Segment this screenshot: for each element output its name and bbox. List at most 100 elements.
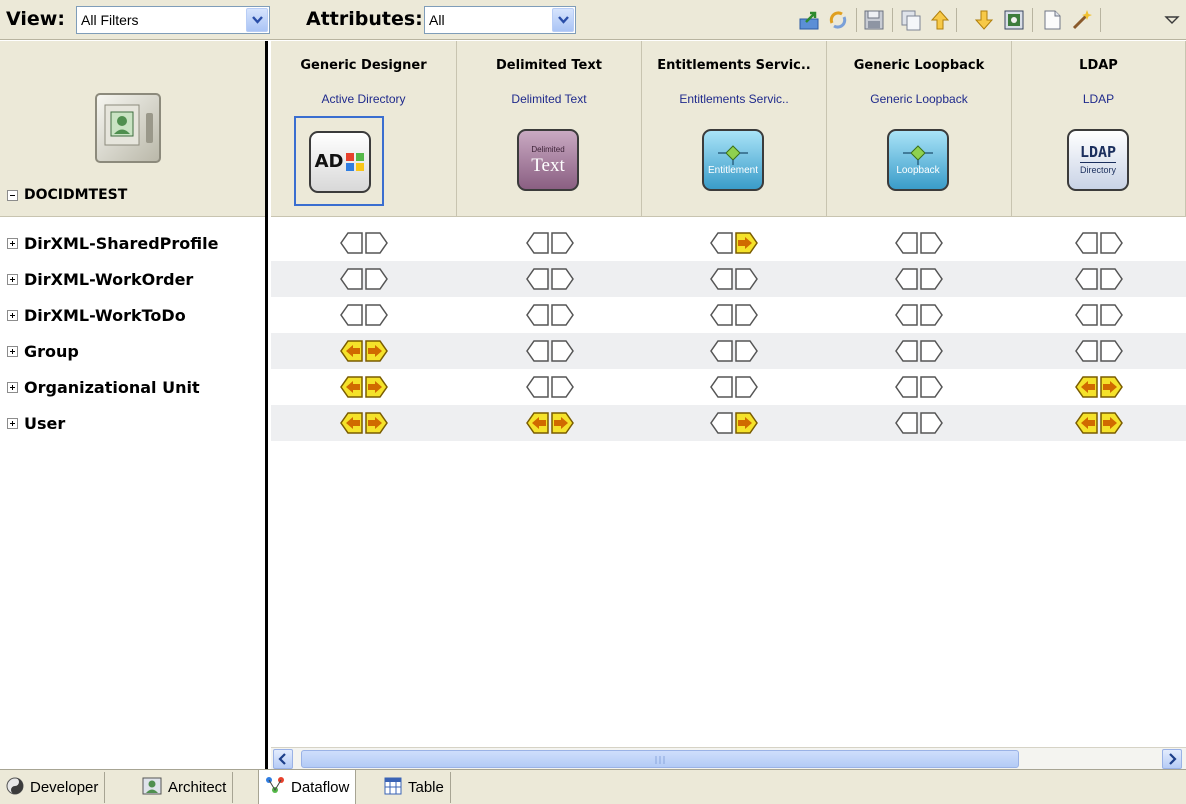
no-flow-icon[interactable] — [710, 376, 758, 398]
vault-icon[interactable] — [93, 91, 163, 165]
tree-item-dirxml-worktodo[interactable]: DirXML-WorkToDo — [7, 297, 186, 333]
toolbar-separator — [1100, 8, 1101, 32]
table-row — [271, 261, 1186, 297]
toolbar-separator — [956, 8, 957, 32]
save-icon[interactable] — [862, 8, 886, 32]
bidirectional-flow-icon[interactable] — [340, 412, 388, 434]
no-flow-icon[interactable] — [1075, 304, 1123, 326]
expand-icon[interactable] — [7, 237, 18, 249]
active-directory-icon[interactable]: AD — [294, 116, 384, 206]
bidirectional-flow-icon[interactable] — [340, 340, 388, 362]
column-header-generic-designer[interactable]: Generic Designer Active Directory AD — [271, 41, 457, 217]
no-flow-icon[interactable] — [710, 304, 758, 326]
view-filter-value: All Filters — [81, 12, 139, 28]
no-flow-icon[interactable] — [340, 232, 388, 254]
subscriber-flow-icon[interactable] — [710, 412, 758, 434]
collapse-icon[interactable] — [7, 189, 18, 201]
toolbar-separator — [892, 8, 893, 32]
no-flow-icon[interactable] — [526, 304, 574, 326]
view-label: View: — [6, 8, 65, 30]
entitlement-icon[interactable]: Entitlement — [689, 116, 779, 206]
no-flow-icon[interactable] — [895, 376, 943, 398]
icon-caption: LDAP — [1079, 143, 1117, 163]
no-flow-icon[interactable] — [526, 268, 574, 290]
no-flow-icon[interactable] — [340, 268, 388, 290]
driver-title: LDAP — [1079, 58, 1118, 73]
application-name: Active Directory — [321, 92, 406, 106]
tab-developer[interactable]: Developer — [0, 772, 106, 803]
wizard-icon[interactable] — [1070, 8, 1094, 32]
driver-title: Generic Loopback — [853, 58, 985, 73]
tree-item-group[interactable]: Group — [7, 333, 79, 369]
no-flow-icon[interactable] — [895, 412, 943, 434]
no-flow-icon[interactable] — [895, 268, 943, 290]
tree-item-dirxml-workorder[interactable]: DirXML-WorkOrder — [7, 261, 193, 297]
view-filter-select[interactable]: All Filters — [76, 6, 270, 34]
no-flow-icon[interactable] — [340, 304, 388, 326]
tab-label: Table — [408, 779, 444, 796]
root-node-label: DOCIDMTEST — [24, 187, 128, 203]
no-flow-icon[interactable] — [1075, 340, 1123, 362]
configure-icon[interactable] — [1002, 8, 1026, 32]
chevron-down-icon[interactable] — [552, 8, 574, 32]
no-flow-icon[interactable] — [710, 340, 758, 362]
driver-title: Delimited Text — [496, 58, 602, 73]
expand-icon[interactable] — [7, 417, 18, 429]
attributes-select[interactable]: All — [424, 6, 576, 34]
root-node[interactable]: DOCIDMTEST — [7, 187, 127, 203]
column-header-entitlements-service[interactable]: Entitlements Servic.. Entitlements Servi… — [642, 41, 827, 217]
column-header-ldap[interactable]: LDAP LDAP LDAP Directory — [1012, 41, 1186, 217]
copy-icon[interactable] — [899, 8, 923, 32]
table-icon — [384, 777, 402, 799]
table-row — [271, 333, 1186, 369]
expand-icon[interactable] — [7, 273, 18, 285]
move-down-icon[interactable] — [972, 8, 996, 32]
bidirectional-flow-icon[interactable] — [1075, 412, 1123, 434]
export-icon[interactable] — [798, 8, 822, 32]
tab-dataflow[interactable]: Dataflow — [258, 770, 357, 804]
loopback-icon[interactable]: Loopback — [874, 116, 964, 206]
icon-caption: AD — [314, 151, 344, 172]
expand-icon[interactable] — [7, 309, 18, 321]
new-document-icon[interactable] — [1040, 8, 1064, 32]
toolbar: View: All Filters Attributes: All — [0, 0, 1186, 40]
no-flow-icon[interactable] — [710, 268, 758, 290]
move-up-icon[interactable] — [928, 8, 952, 32]
column-header-delimited-text[interactable]: Delimited Text Delimited Text Delimited … — [457, 41, 642, 217]
no-flow-icon[interactable] — [895, 232, 943, 254]
horizontal-scrollbar[interactable] — [271, 747, 1186, 769]
bidirectional-flow-icon[interactable] — [340, 376, 388, 398]
scroll-left-button[interactable] — [273, 749, 293, 769]
tree-item-dirxml-sharedprofile[interactable]: DirXML-SharedProfile — [7, 225, 218, 261]
tab-label: Developer — [30, 779, 99, 796]
no-flow-icon[interactable] — [526, 376, 574, 398]
no-flow-icon[interactable] — [1075, 232, 1123, 254]
scroll-right-button[interactable] — [1162, 749, 1182, 769]
menu-icon[interactable] — [1160, 8, 1184, 32]
bidirectional-flow-icon[interactable] — [1075, 376, 1123, 398]
tree-item-label: User — [24, 413, 66, 433]
scrollbar-thumb[interactable] — [301, 750, 1019, 768]
tree-item-label: DirXML-WorkOrder — [24, 269, 194, 289]
delimited-text-icon[interactable]: Delimited Text — [504, 116, 594, 206]
attributes-value: All — [429, 12, 445, 28]
no-flow-icon[interactable] — [526, 340, 574, 362]
tree-item-organizational-unit[interactable]: Organizational Unit — [7, 369, 200, 405]
tab-table[interactable]: Table — [378, 772, 451, 803]
expand-icon[interactable] — [7, 345, 18, 357]
no-flow-icon[interactable] — [526, 232, 574, 254]
tab-architect[interactable]: Architect — [136, 772, 234, 803]
subscriber-flow-icon[interactable] — [710, 232, 758, 254]
bidirectional-flow-icon[interactable] — [526, 412, 574, 434]
tree-item-user[interactable]: User — [7, 405, 65, 441]
ldap-icon[interactable]: LDAP Directory — [1054, 116, 1144, 206]
refresh-icon[interactable] — [826, 8, 850, 32]
chevron-down-icon[interactable] — [246, 8, 268, 32]
no-flow-icon[interactable] — [895, 304, 943, 326]
no-flow-icon[interactable] — [1075, 268, 1123, 290]
column-header-generic-loopback[interactable]: Generic Loopback Generic Loopback Loopba… — [827, 41, 1012, 217]
icon-caption: Loopback — [896, 165, 940, 176]
no-flow-icon[interactable] — [895, 340, 943, 362]
tree-item-label: DirXML-SharedProfile — [24, 233, 219, 253]
expand-icon[interactable] — [7, 381, 18, 393]
